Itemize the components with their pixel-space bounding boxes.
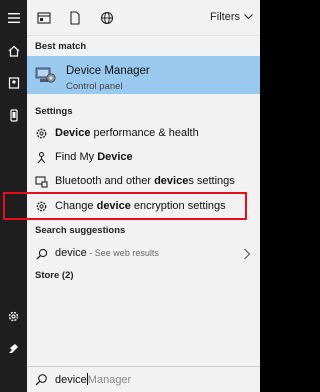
gear-icon[interactable] xyxy=(0,302,27,330)
chevron-down-icon xyxy=(244,14,253,20)
search-suggestion-device[interactable]: device - See web results xyxy=(27,243,260,265)
section-store[interactable]: Store (2) xyxy=(35,270,74,281)
search-autocomplete-ghost: Manager xyxy=(87,374,132,386)
suggestion-hint: - See web results xyxy=(86,248,159,258)
device-manager-icon xyxy=(35,67,56,83)
person-icon xyxy=(37,151,46,164)
filter-bar: Filters xyxy=(27,0,260,36)
highlight-box xyxy=(3,192,247,220)
section-search-suggestions: Search suggestions xyxy=(35,225,126,236)
home-icon[interactable] xyxy=(0,37,27,65)
settings-item-device-performance[interactable]: Device performance & health xyxy=(27,122,260,146)
settings-item-bold: device xyxy=(154,175,189,187)
notebook-icon[interactable] xyxy=(0,69,27,97)
keyboard-icon xyxy=(35,176,48,188)
settings-item-rest: s settings xyxy=(188,175,235,187)
hamburger-icon[interactable] xyxy=(0,4,27,32)
document-icon[interactable] xyxy=(67,10,83,26)
search-typed-text: device xyxy=(55,374,87,386)
settings-item-bold: Device xyxy=(97,151,133,163)
best-match-title: Device Manager xyxy=(66,65,150,77)
web-globe-icon[interactable] xyxy=(99,10,115,26)
user-icon[interactable] xyxy=(0,334,27,362)
best-match-subtitle: Control panel xyxy=(66,81,123,92)
section-best-match: Best match xyxy=(35,41,87,52)
settings-item-bluetooth-devices[interactable]: Bluetooth and other devices settings xyxy=(27,170,260,194)
chevron-right-icon[interactable] xyxy=(243,248,251,260)
settings-item-rest: performance & health xyxy=(90,127,199,139)
suggestion-term: device xyxy=(55,247,87,259)
search-icon xyxy=(36,248,48,260)
section-settings: Settings xyxy=(35,106,73,117)
settings-item-bold: Device xyxy=(55,127,91,139)
search-results-panel: Filters Best match Device Manager Contro… xyxy=(27,0,260,366)
settings-item-find-my-device[interactable]: Find My Device xyxy=(27,146,260,170)
phone-icon[interactable] xyxy=(0,101,27,129)
apps-icon[interactable] xyxy=(36,10,52,26)
gear-icon xyxy=(36,128,47,139)
settings-item-plain: Find My xyxy=(55,151,98,163)
best-match-device-manager[interactable]: Device Manager Control panel xyxy=(27,56,260,94)
filters-dropdown[interactable]: Filters xyxy=(210,11,253,23)
filters-label: Filters xyxy=(210,11,240,23)
search-icon xyxy=(35,374,47,386)
search-box[interactable]: deviceManager xyxy=(27,366,260,392)
settings-item-plain: Bluetooth and other xyxy=(55,175,155,187)
